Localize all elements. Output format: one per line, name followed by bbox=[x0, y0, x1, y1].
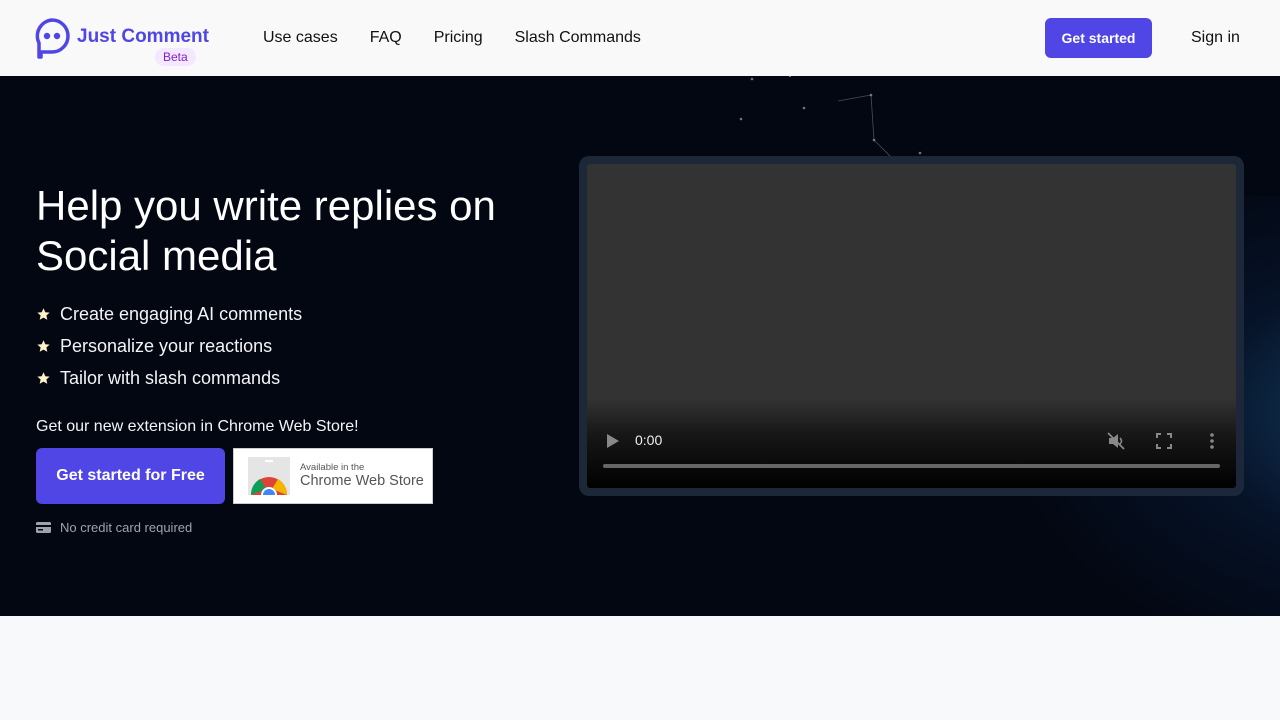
star-icon bbox=[37, 339, 50, 352]
credit-card-icon bbox=[36, 522, 51, 533]
video-time: 0:00 bbox=[635, 432, 663, 448]
below-fold-section bbox=[0, 616, 1280, 720]
feature-item: Tailor with slash commands bbox=[36, 362, 302, 394]
demo-video-player[interactable]: 0:00 bbox=[587, 164, 1236, 488]
nav-slash-commands[interactable]: Slash Commands bbox=[515, 28, 641, 48]
video-progress-bar[interactable] bbox=[603, 464, 1220, 468]
nav-pricing[interactable]: Pricing bbox=[434, 28, 483, 48]
hero-headline: Help you write replies on Social media bbox=[36, 182, 496, 279]
no-credit-card-note: No credit card required bbox=[36, 520, 192, 535]
sign-in-link[interactable]: Sign in bbox=[1191, 28, 1240, 48]
get-started-button[interactable]: Get started bbox=[1045, 18, 1152, 58]
star-icon bbox=[37, 371, 50, 384]
nav-faq[interactable]: FAQ bbox=[370, 28, 402, 48]
site-header: Just Comment Beta Use cases FAQ Pricing … bbox=[0, 0, 1280, 76]
star-icon bbox=[37, 307, 50, 320]
no-credit-card-text: No credit card required bbox=[60, 520, 193, 535]
chrome-web-store-badge[interactable]: Available in the Chrome Web Store bbox=[233, 448, 433, 504]
get-started-free-button[interactable]: Get started for Free bbox=[36, 448, 225, 504]
feature-item: Personalize your reactions bbox=[36, 330, 302, 362]
more-options-icon[interactable] bbox=[1206, 431, 1218, 451]
feature-item: Create engaging AI comments bbox=[36, 298, 302, 330]
muted-volume-icon[interactable] bbox=[1106, 431, 1126, 451]
beta-badge: Beta bbox=[155, 48, 196, 66]
brand-name: Just Comment bbox=[77, 26, 209, 47]
hero-section: Help you write replies on Social media C… bbox=[0, 76, 1280, 616]
main-nav: Use cases FAQ Pricing Slash Commands bbox=[263, 28, 673, 48]
feature-list: Create engaging AI comments Personalize … bbox=[36, 298, 302, 394]
cws-badge-text: Available in the Chrome Web Store bbox=[300, 462, 424, 490]
feature-text: Tailor with slash commands bbox=[60, 367, 281, 388]
play-icon[interactable] bbox=[607, 434, 619, 448]
chrome-store-icon bbox=[248, 457, 290, 495]
fullscreen-icon[interactable] bbox=[1155, 432, 1173, 450]
cws-line2: Chrome Web Store bbox=[300, 473, 424, 489]
nav-use-cases[interactable]: Use cases bbox=[263, 28, 338, 48]
chat-bubble-logo-icon bbox=[35, 18, 70, 59]
feature-text: Create engaging AI comments bbox=[60, 303, 303, 324]
cws-line1: Available in the bbox=[300, 462, 365, 473]
video-controls-shade bbox=[587, 398, 1236, 488]
feature-text: Personalize your reactions bbox=[60, 335, 273, 356]
extension-promo-text: Get our new extension in Chrome Web Stor… bbox=[36, 418, 359, 435]
